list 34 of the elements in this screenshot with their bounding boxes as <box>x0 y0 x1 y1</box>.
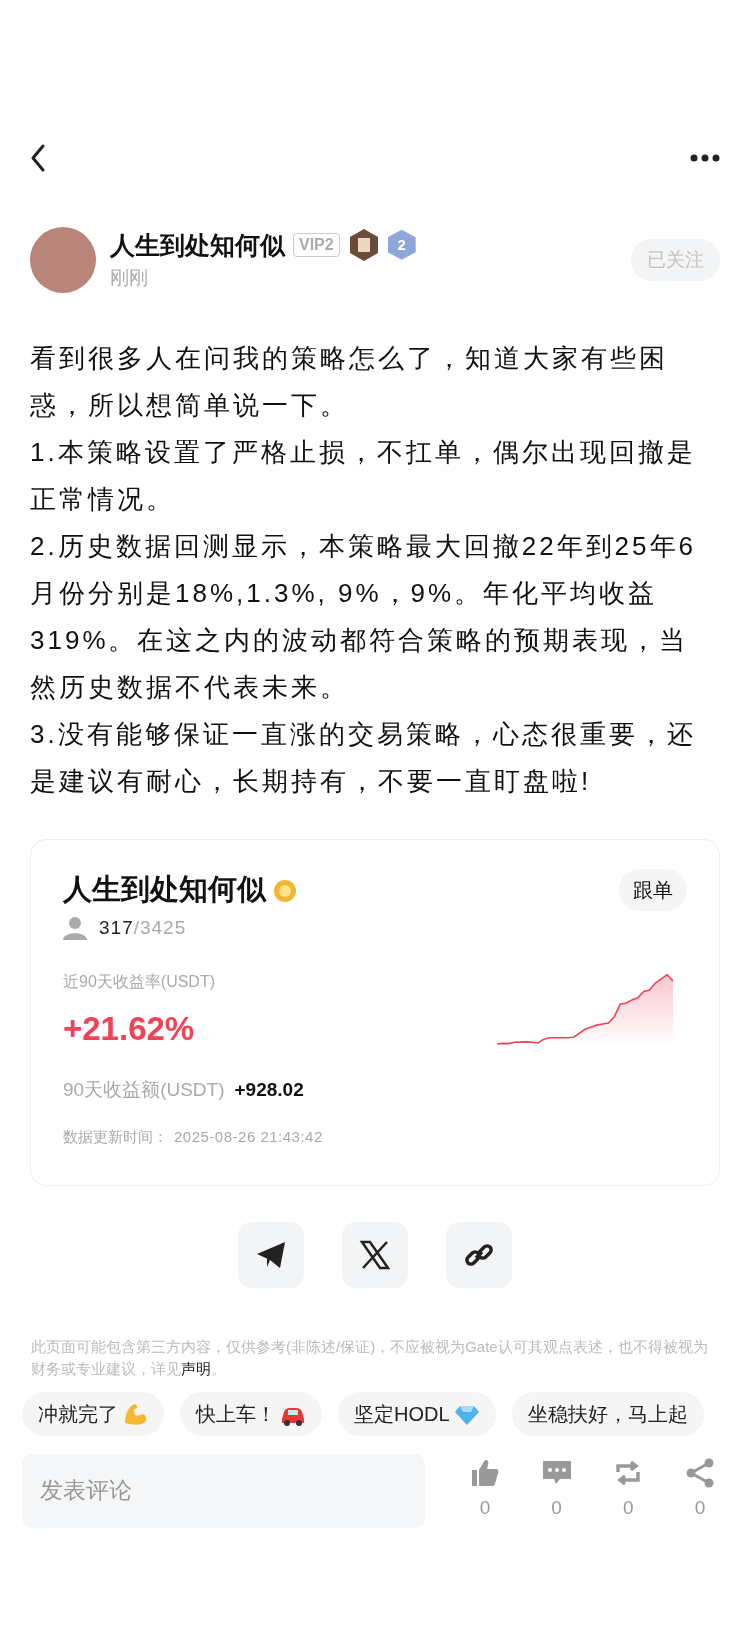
update-label: 数据更新时间： <box>63 1127 168 1147</box>
profit-amount: +928.02 <box>234 1077 304 1102</box>
return-rate: +21.62% <box>63 1009 196 1049</box>
post-paragraph: 2.历史数据回测显示，本策略最大回撤22年到25年6月份分别是18%,1.3%, 9%，9%。年化平均收益319%。在这之内的波动都符合策略的预期表现，当然历史数据不代表未来。 <box>30 530 696 704</box>
quick-reply-chip[interactable]: 坚定HODL <box>338 1391 496 1436</box>
follow-trade-button[interactable]: 跟单 <box>619 868 687 911</box>
share-button[interactable] <box>446 1221 512 1288</box>
post-time: 刚刚 <box>110 265 149 290</box>
vip-badge: VIP2 <box>293 232 340 257</box>
update-time: 2025-08-26 21:43:42 <box>174 1127 323 1147</box>
thumbs-up-icon <box>470 1458 500 1489</box>
share-icon <box>684 1458 715 1489</box>
follower-count: 317/3425 <box>99 915 187 940</box>
profit-label: 90天收益额(USDT) <box>63 1077 225 1102</box>
strategy-card[interactable]: 人生到处知何似 跟单 317/3425 近90天收益率(USDT) +21.62% 90天收益额(USDT) +928.02 数据更新时间： 2025-08-26 21:43:42 <box>30 839 720 1186</box>
badge-icon <box>347 227 380 262</box>
x-logo-icon <box>359 1238 391 1271</box>
post-paragraph: 看到很多人在问我的策略怎么了，知道大家有些困惑，所以想简单说一下。 <box>30 342 669 422</box>
disclaimer-text: 此页面可能包含第三方内容，仅供参考(非陈述/保证)，不应被视为Gate认可其观点表述，也不得被视为财务或专业建议，详见声明。 <box>30 1336 709 1379</box>
post-paragraph: 1.本策略设置了严格止损，不扛单，偶尔出现回撤是正常情况。 <box>30 436 696 516</box>
person-icon <box>63 915 87 940</box>
level-badge: 2 <box>387 229 416 260</box>
rate-label: 近90天收益率(USDT) <box>63 972 215 992</box>
quick-reply-chip[interactable]: 快上车！ <box>180 1391 322 1436</box>
back-icon[interactable] <box>30 143 46 172</box>
comment-field[interactable]: 发表评论 <box>22 1453 425 1528</box>
post-paragraph: 3.没有能够保证一直涨的交易策略，心态很重要，还是建议有耐心，长期持有，不要一直盯盘啦! <box>30 718 696 798</box>
quick-reply-chip[interactable]: 坐稳扶好，马上起 <box>511 1391 704 1436</box>
quick-reply-chip[interactable]: 冲就完了 <box>22 1391 164 1436</box>
share-button[interactable] <box>238 1221 304 1288</box>
more-icon[interactable] <box>690 153 720 162</box>
strategy-name: 人生到处知何似 <box>63 872 266 907</box>
author-name: 人生到处知何似 <box>110 229 285 261</box>
share-button[interactable] <box>342 1221 408 1288</box>
